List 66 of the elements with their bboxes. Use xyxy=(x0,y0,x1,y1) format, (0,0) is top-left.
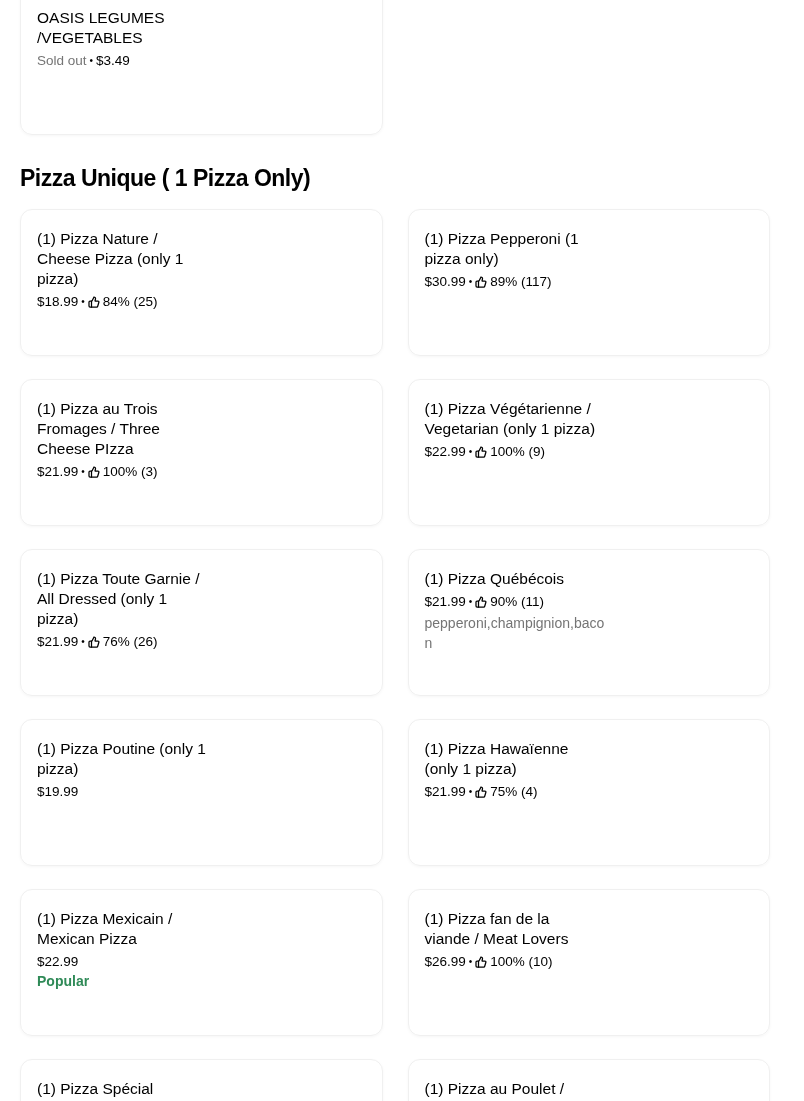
separator-dot: • xyxy=(89,55,94,66)
popular-label: Popular xyxy=(37,973,90,989)
item-name: (1) Pizza fan de la viande / Meat Lovers xyxy=(424,909,570,949)
menu-item-card[interactable]: (1) Pizza Pepperoni (1 pizza only) $30.99 • 89% (117) xyxy=(407,209,770,356)
item-name: (1) Pizza Nature / Cheese Pizza (only 1 pizza) xyxy=(37,229,185,289)
rating: 100% (10) xyxy=(490,954,553,969)
menu-item-card[interactable]: (1) Pizza au Trois Fromages / Three Cheese PIzza $21.99 • 100% (3) xyxy=(20,379,383,526)
menu-item-card[interactable]: (1) Pizza Spécial xyxy=(20,1059,383,1101)
rating: 90% (11) xyxy=(490,594,545,609)
price: $22.99 xyxy=(424,444,466,459)
separator-dot: • xyxy=(81,466,85,477)
separator-dot: • xyxy=(468,276,473,287)
item-name: (1) Pizza Québécois xyxy=(424,569,566,589)
separator-dot: • xyxy=(468,956,473,967)
rating: 100% (3) xyxy=(102,464,158,479)
item-name: (1) Pizza au Trois Fromages / Three Cheese PIzza xyxy=(37,399,161,459)
section-title: Pizza Unique ( 1 Pizza Only) xyxy=(20,165,312,192)
price: $26.99 xyxy=(424,954,466,969)
price: $21.99 xyxy=(37,464,79,479)
item-name: OASIS LEGUMES /VEGETABLES xyxy=(37,8,166,48)
price: $22.99 xyxy=(37,954,79,969)
item-name: (1) Pizza Poutine (only 1 pizza) xyxy=(37,739,207,779)
item-name: (1) Pizza Hawaïenne (only 1 pizza) xyxy=(424,739,570,779)
menu-item-card[interactable]: (1) Pizza Hawaïenne (only 1 pizza) $21.99 • 75% (4) xyxy=(407,719,770,866)
price: $3.49 xyxy=(96,53,130,68)
separator-dot: • xyxy=(468,596,473,607)
separator-dot: • xyxy=(468,786,473,797)
item-name: (1) Pizza Mexicain / Mexican Pizza xyxy=(37,909,174,949)
thumbs-up-icon xyxy=(475,445,488,458)
thumbs-up-icon xyxy=(475,595,488,608)
separator-dot: • xyxy=(468,446,473,457)
price: $21.99 xyxy=(424,594,466,609)
rating: 76% (26) xyxy=(102,634,158,649)
item-description: pepperoni,champignion,bacon xyxy=(424,614,606,653)
item-name: (1) Pizza au Poulet / xyxy=(424,1079,566,1099)
price: $19.99 xyxy=(37,784,79,799)
item-name: (1) Pizza Spécial xyxy=(37,1079,155,1099)
menu-item-card[interactable]: (1) Pizza Toute Garnie / All Dressed (only 1 pizza) $21.99 • 76% (26) xyxy=(20,549,383,696)
separator-dot: • xyxy=(81,636,85,647)
price: $21.99 xyxy=(424,784,466,799)
thumbs-up-icon xyxy=(87,635,100,648)
menu-item-card[interactable]: (1) Pizza Nature / Cheese Pizza (only 1 pizza) $18.99 • 84% (25) xyxy=(20,209,383,356)
sold-out-label: Sold out xyxy=(37,53,87,68)
menu-item-card[interactable]: (1) Pizza au Poulet / xyxy=(407,1059,770,1101)
price: $30.99 xyxy=(424,274,466,289)
menu-item-card[interactable]: (1) Pizza Végétarienne / Vegetarian (only 1 pizza) $22.99 • 100% (9) xyxy=(407,379,770,526)
thumbs-up-icon xyxy=(87,295,100,308)
price: $21.99 xyxy=(37,634,79,649)
price: $18.99 xyxy=(37,294,79,309)
rating: 100% (9) xyxy=(490,444,546,459)
thumbs-up-icon xyxy=(475,785,488,798)
menu-item-card[interactable]: (1) Pizza Québécois $21.99 • 90% (11) pepperoni,champignion,bacon xyxy=(407,549,770,696)
rating: 75% (4) xyxy=(490,784,538,799)
menu-item-card[interactable]: (1) Pizza fan de la viande / Meat Lovers $26.99 • 100% (10) xyxy=(407,889,770,1036)
menu-item-card[interactable]: (1) Pizza Poutine (only 1 pizza) $19.99 xyxy=(20,719,383,866)
menu-item-card[interactable]: OASIS LEGUMES /VEGETABLES Sold out • $3.49 xyxy=(20,0,383,135)
rating: 89% (117) xyxy=(490,274,552,289)
menu-item-card[interactable]: (1) Pizza Mexicain / Mexican Pizza $22.99 Popular xyxy=(20,889,383,1036)
thumbs-up-icon xyxy=(475,955,488,968)
separator-dot: • xyxy=(81,296,85,307)
item-name: (1) Pizza Toute Garnie / All Dressed (only 1 pizza) xyxy=(37,569,201,629)
item-name: (1) Pizza Pepperoni (1 pizza only) xyxy=(424,229,580,269)
thumbs-up-icon xyxy=(87,465,100,478)
thumbs-up-icon xyxy=(475,275,488,288)
item-name: (1) Pizza Végétarienne / Vegetarian (only 1 pizza) xyxy=(424,399,597,439)
rating: 84% (25) xyxy=(102,294,158,309)
